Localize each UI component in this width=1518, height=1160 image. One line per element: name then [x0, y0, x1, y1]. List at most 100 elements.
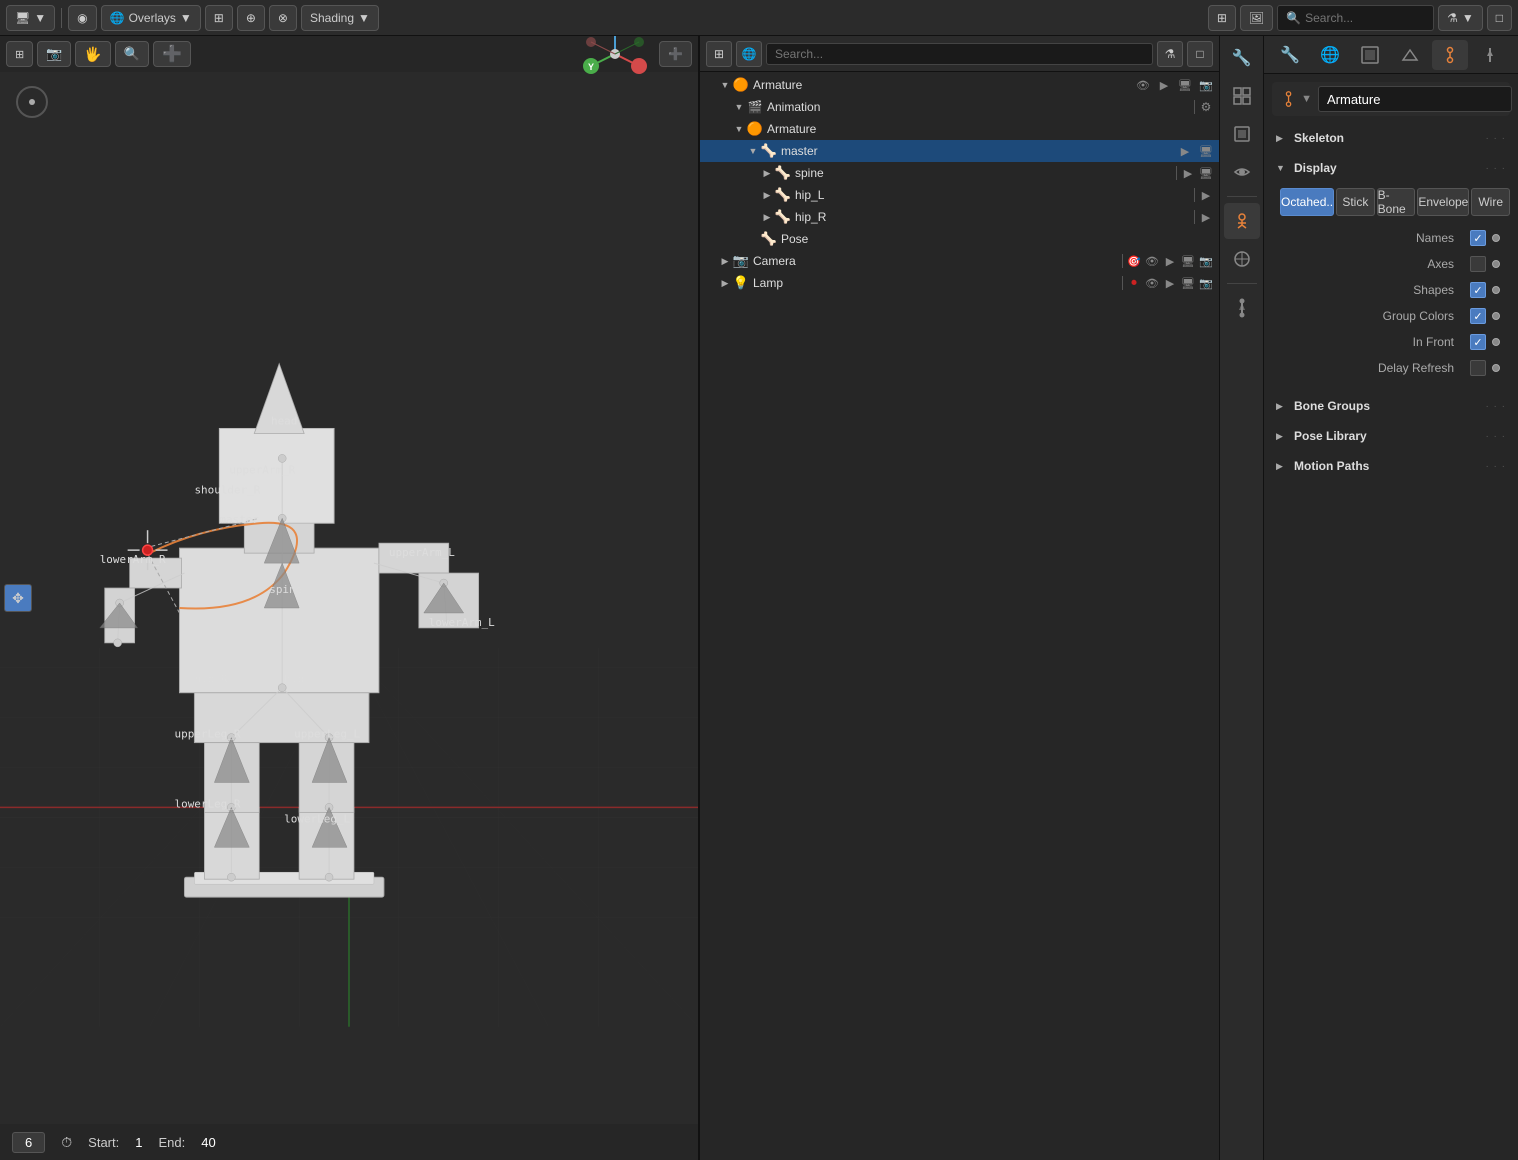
vp-view-btn[interactable]: ⊞ [6, 41, 33, 67]
hipr-select[interactable]: ▶ [1197, 208, 1215, 226]
prop-top-tab-render[interactable] [1352, 40, 1388, 70]
prop-row-names: Names ✓ [1280, 226, 1510, 250]
shading-btn[interactable]: Shading ▼ [301, 5, 379, 31]
armature-camera[interactable]: 📷 [1197, 76, 1215, 94]
lamp-extra[interactable]: ⏺ [1125, 274, 1143, 292]
outliner-filter[interactable]: ⚗ [1157, 41, 1183, 67]
spine-render[interactable]: 🖥 [1197, 164, 1215, 182]
vp-add-view-btn[interactable]: ➕ [659, 41, 692, 67]
select-tool-btn[interactable]: ✥ [4, 584, 32, 612]
prop-top-tab-tool[interactable]: 🔧 [1272, 40, 1308, 70]
lamp-vis[interactable]: 👁 [1143, 274, 1161, 292]
shapes-checkbox[interactable]: ✓ [1470, 282, 1486, 298]
tree-item-pose[interactable]: 🦴 Pose [700, 228, 1219, 250]
delay-refresh-checkbox[interactable] [1470, 360, 1486, 376]
lamp-rend[interactable]: 🖥 [1179, 274, 1197, 292]
master-actions: ▶ 🖥 [1176, 142, 1215, 160]
outliner-search[interactable] [766, 43, 1153, 65]
img-btn[interactable]: 🖼 [1240, 5, 1273, 31]
spine-label: spine [795, 166, 1174, 180]
mode-dropdown[interactable]: 🖥 ▼ [6, 5, 55, 31]
svg-text:upperArm_R: upperArm_R [229, 463, 295, 476]
vp-camera-btn[interactable]: 📷 [37, 41, 71, 67]
armature-name-input[interactable] [1318, 86, 1512, 112]
axes-checkbox[interactable] [1470, 256, 1486, 272]
outliner-view-options[interactable]: □ [1187, 41, 1213, 67]
bone-groups-section-header[interactable]: Bone Groups · · · [1272, 392, 1510, 420]
group-colors-checkbox[interactable]: ✓ [1470, 308, 1486, 324]
tree-item-camera[interactable]: 📷 Camera 🎯 👁 ▶ 🖥 📷 [700, 250, 1219, 272]
names-checkbox[interactable]: ✓ [1470, 230, 1486, 246]
overlays-label: Overlays [129, 11, 176, 25]
snap-btn[interactable]: ⊞ [205, 5, 233, 31]
display-section-header[interactable]: Display · · · [1272, 154, 1510, 182]
camera-sel[interactable]: ▶ [1161, 252, 1179, 270]
tree-item-spine[interactable]: 🦴 spine ▶ 🖥 [700, 162, 1219, 184]
camera-cam[interactable]: 📷 [1197, 252, 1215, 270]
prop-tab-render[interactable]: 🔧 [1224, 40, 1260, 76]
tree-item-armature-child[interactable]: 🟠 Armature [700, 118, 1219, 140]
prop-tab-constraints[interactable] [1224, 241, 1260, 277]
prop-tab-armature2[interactable] [1224, 290, 1260, 326]
proportional-btn[interactable]: ⊗ [269, 5, 297, 31]
tree-item-armature[interactable]: 🟠 Armature 👁 ▶ 🖥 📷 [700, 74, 1219, 96]
names-dot [1492, 234, 1500, 242]
tree-item-master[interactable]: 🦴 master ▶ 🖥 [700, 140, 1219, 162]
vp-plus-btn[interactable]: ➕ [153, 41, 191, 67]
editor-type-btn[interactable]: ⊞ [1208, 5, 1236, 31]
tree-item-lamp[interactable]: 💡 Lamp ⏺ 👁 ▶ 🖥 📷 [700, 272, 1219, 294]
armature-select[interactable]: ▶ [1155, 76, 1173, 94]
vp-pan-btn[interactable]: 🖐 [75, 41, 110, 67]
lamp-cam[interactable]: 📷 [1197, 274, 1215, 292]
outliner-editor-type[interactable]: ⊞ [706, 41, 732, 67]
display-btn-envelope[interactable]: Envelope [1417, 188, 1469, 216]
prop-top-tab-object[interactable] [1392, 40, 1428, 70]
top-search-input[interactable] [1305, 11, 1425, 25]
transform-btn[interactable]: ⊕ [237, 5, 265, 31]
in-front-checkbox[interactable]: ✓ [1470, 334, 1486, 350]
prop-top-tab-scene[interactable]: 🌐 [1312, 40, 1348, 70]
display-btn-bbone[interactable]: B-Bone [1377, 188, 1416, 216]
hipl-select[interactable]: ▶ [1197, 186, 1215, 204]
camera-vis[interactable]: 👁 [1143, 252, 1161, 270]
skeleton-section-header[interactable]: Skeleton · · · [1272, 124, 1510, 152]
filter-top-btn[interactable]: ⚗ ▼ [1438, 5, 1483, 31]
pose-library-section-header[interactable]: Pose Library · · · [1272, 422, 1510, 450]
tree-item-animation[interactable]: 🎬 Animation ⚙ [700, 96, 1219, 118]
lamp-sel[interactable]: ▶ [1161, 274, 1179, 292]
master-select[interactable]: ▶ [1176, 142, 1194, 160]
prop-top-tab-armature2[interactable] [1472, 40, 1508, 70]
svg-text:hip_L: hip_L [284, 673, 317, 686]
display-btn-wire[interactable]: Wire [1471, 188, 1510, 216]
prop-tab-output[interactable] [1224, 116, 1260, 152]
names-label: Names [1280, 231, 1462, 245]
spine-select[interactable]: ▶ [1179, 164, 1197, 182]
anim-divider [1194, 100, 1195, 114]
frame-number[interactable]: 6 [12, 1132, 45, 1153]
master-render[interactable]: 🖥 [1197, 142, 1215, 160]
animation-extra[interactable]: ⚙ [1197, 98, 1215, 116]
prop-content: ▼ ⊞ Skeleton · · · [1264, 74, 1518, 1160]
armature-render[interactable]: 🖥 [1176, 76, 1194, 94]
viewport[interactable]: ⊞ 📷 🖐 🔍 ➕ Z Y [0, 36, 700, 1160]
armature-visibility[interactable]: 👁 [1134, 76, 1152, 94]
camera-target[interactable]: 🎯 [1125, 252, 1143, 270]
tree-item-hipl[interactable]: 🦴 hip_L ▶ [700, 184, 1219, 206]
motion-paths-dots: · · · [1485, 461, 1506, 472]
display-btn-octahedral[interactable]: Octahed.. [1280, 188, 1334, 216]
motion-paths-section-header[interactable]: Motion Paths · · · [1272, 452, 1510, 480]
display-mode-buttons: Octahed.. Stick B-Bone Envelope [1280, 188, 1510, 216]
viewport-canvas[interactable]: head upperArm_R shoulder_R master lowerA… [0, 72, 698, 1124]
display-btn-stick[interactable]: Stick [1336, 188, 1375, 216]
vp-zoom-btn[interactable]: 🔍 [115, 41, 149, 67]
prop-tab-view[interactable] [1224, 154, 1260, 190]
outliner-scene-type[interactable]: 🌐 [736, 41, 762, 67]
prop-top-tab-armature[interactable] [1432, 40, 1468, 70]
viewport-icon[interactable]: ◉ [68, 5, 96, 31]
camera-rend[interactable]: 🖥 [1179, 252, 1197, 270]
tree-item-hipr[interactable]: 🦴 hip_R ▶ [700, 206, 1219, 228]
view-btn[interactable]: □ [1487, 5, 1512, 31]
prop-tab-object-data[interactable] [1224, 203, 1260, 239]
overlays-btn[interactable]: 🌐 Overlays ▼ [101, 5, 201, 31]
prop-tab-scene[interactable] [1224, 78, 1260, 114]
